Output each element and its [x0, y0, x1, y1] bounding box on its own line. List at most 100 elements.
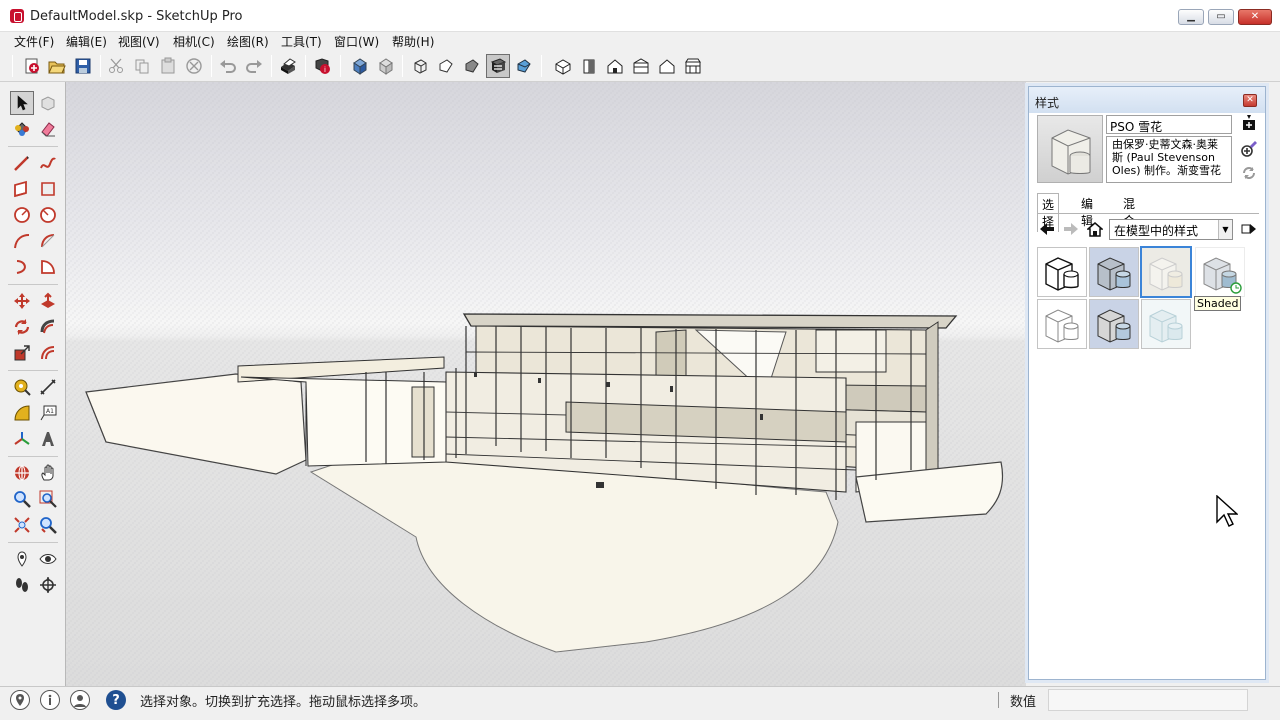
style-swatch[interactable] — [1195, 247, 1245, 297]
style-swatch[interactable] — [1089, 299, 1139, 349]
previous-view-icon[interactable] — [36, 513, 60, 537]
wireframe-icon[interactable] — [434, 54, 458, 78]
follow-me-icon[interactable] — [36, 315, 60, 339]
zoom-icon[interactable] — [10, 487, 34, 511]
account-icon[interactable] — [70, 690, 90, 710]
maximize-button[interactable]: ▭ — [1208, 9, 1234, 25]
3d-text-icon[interactable] — [36, 427, 60, 451]
style-name-field[interactable]: PSO 雪花 — [1106, 115, 1232, 134]
measurements-input[interactable] — [1048, 689, 1248, 711]
polygon-icon[interactable] — [36, 203, 60, 227]
menu-view[interactable]: 视图(V) — [118, 33, 160, 50]
pan-icon[interactable] — [36, 461, 60, 485]
orbit-icon[interactable] — [10, 461, 34, 485]
shaded-icon[interactable] — [486, 54, 510, 78]
move-icon[interactable] — [10, 289, 34, 313]
styles-panel: 样式 ✕ PSO 雪花 由保罗·史蒂文森·奥莱斯 (Paul Stevenson… — [1028, 86, 1266, 680]
share-model-icon[interactable] — [374, 54, 398, 78]
styles-panel-close-button[interactable]: ✕ — [1243, 94, 1257, 107]
svg-text:A1: A1 — [46, 408, 54, 415]
zoom-window-icon[interactable] — [36, 487, 60, 511]
paint-bucket-icon[interactable] — [10, 117, 34, 141]
offset-icon[interactable] — [36, 341, 60, 365]
menu-draw[interactable]: 绘图(R) — [227, 33, 269, 50]
look-around-icon[interactable] — [36, 547, 60, 571]
dimension-icon[interactable] — [36, 375, 60, 399]
style-tooltip: Shaded — [1194, 296, 1242, 311]
home-icon[interactable] — [1085, 221, 1105, 237]
axes-icon[interactable] — [10, 427, 34, 451]
create-style-icon[interactable] — [1241, 115, 1257, 131]
redo-icon[interactable] — [242, 54, 266, 78]
style-swatch[interactable] — [1141, 299, 1191, 349]
style-swatch[interactable] — [1037, 247, 1087, 297]
save-icon[interactable] — [71, 54, 95, 78]
select-icon[interactable] — [10, 91, 34, 115]
zoom-extents-icon[interactable] — [10, 513, 34, 537]
style-swatch-selected[interactable] — [1140, 246, 1192, 298]
hidden-line-icon[interactable] — [460, 54, 484, 78]
geolocation-icon[interactable] — [10, 690, 30, 710]
component-icon[interactable] — [36, 91, 60, 115]
credits-icon[interactable] — [40, 690, 60, 710]
top-view-icon[interactable] — [577, 54, 601, 78]
arc-icon[interactable] — [10, 229, 34, 253]
new-icon[interactable] — [20, 54, 44, 78]
toolbar-separator — [100, 55, 101, 77]
line-icon[interactable] — [10, 151, 34, 175]
refresh-style-icon[interactable] — [1241, 165, 1257, 181]
left-view-icon[interactable] — [681, 54, 705, 78]
text-icon[interactable]: A1 — [36, 401, 60, 425]
3d-warehouse-icon[interactable] — [348, 54, 372, 78]
model-viewport[interactable] — [66, 82, 1026, 686]
menu-tools[interactable]: 工具(T) — [281, 33, 322, 50]
protractor-icon[interactable] — [10, 401, 34, 425]
circle-icon[interactable] — [10, 203, 34, 227]
minimize-button[interactable]: ▁ — [1178, 9, 1204, 25]
style-swatch[interactable] — [1037, 299, 1087, 349]
iso-view-icon[interactable] — [551, 54, 575, 78]
menu-camera[interactable]: 相机(C) — [173, 33, 215, 50]
undo-icon[interactable] — [216, 54, 240, 78]
open-icon[interactable] — [45, 54, 69, 78]
menu-help[interactable]: 帮助(H) — [392, 33, 434, 50]
right-view-icon[interactable] — [629, 54, 653, 78]
collection-dropdown[interactable]: 在模型中的样式 ▼ — [1109, 219, 1233, 240]
shaded-textures-icon[interactable] — [512, 54, 536, 78]
rotated-rectangle-icon[interactable] — [36, 177, 60, 201]
pie-icon[interactable] — [36, 255, 60, 279]
cut-icon[interactable] — [104, 54, 128, 78]
walk-icon[interactable] — [10, 573, 34, 597]
rectangle-icon[interactable] — [10, 177, 34, 201]
back-view-icon[interactable] — [655, 54, 679, 78]
svg-text:i: i — [324, 66, 326, 74]
push-pull-icon[interactable] — [36, 289, 60, 313]
scale-icon[interactable] — [10, 341, 34, 365]
section-plane-icon[interactable] — [36, 573, 60, 597]
freehand-icon[interactable] — [36, 151, 60, 175]
menu-file[interactable]: 文件(F) — [14, 33, 54, 50]
three-point-arc-icon[interactable] — [10, 255, 34, 279]
two-point-arc-icon[interactable] — [36, 229, 60, 253]
model-info-icon[interactable]: i — [310, 54, 334, 78]
eraser-icon[interactable] — [36, 117, 60, 141]
back-arrow-icon[interactable] — [1039, 221, 1055, 237]
update-style-icon[interactable] — [1241, 141, 1257, 157]
menu-window[interactable]: 窗口(W) — [334, 33, 379, 50]
print-icon[interactable] — [276, 54, 300, 78]
copy-icon[interactable] — [130, 54, 154, 78]
rotate-icon[interactable] — [10, 315, 34, 339]
erase-icon[interactable] — [182, 54, 206, 78]
front-view-icon[interactable] — [603, 54, 627, 78]
details-arrow-icon[interactable] — [1241, 221, 1257, 237]
tape-measure-icon[interactable] — [10, 375, 34, 399]
style-swatch[interactable] — [1089, 247, 1139, 297]
paste-icon[interactable] — [156, 54, 180, 78]
xray-icon[interactable] — [408, 54, 432, 78]
position-camera-icon[interactable] — [10, 547, 34, 571]
close-button[interactable]: ✕ — [1238, 9, 1272, 25]
forward-arrow-icon[interactable] — [1063, 221, 1079, 237]
menu-edit[interactable]: 编辑(E) — [66, 33, 107, 50]
style-description-field[interactable]: 由保罗·史蒂文森·奥莱斯 (Paul Stevenson Oles) 制作。渐变… — [1106, 136, 1232, 183]
help-icon[interactable]: ? — [106, 690, 126, 710]
